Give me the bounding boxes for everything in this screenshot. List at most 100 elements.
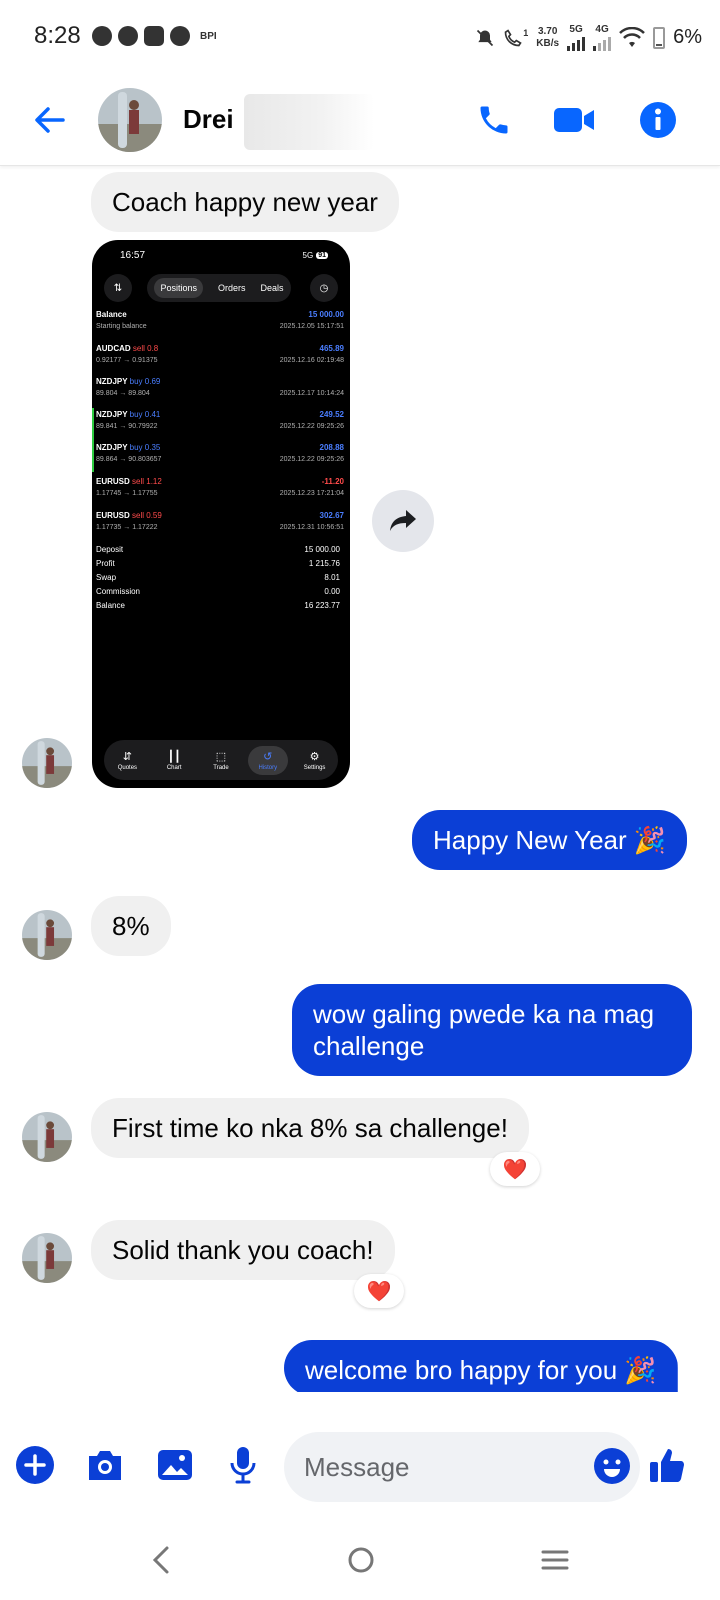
- gallery-button[interactable]: [152, 1442, 198, 1488]
- back-button[interactable]: [30, 100, 70, 140]
- image-nav-quotes: ⇵ Quotes: [107, 750, 147, 771]
- back-arrow-icon: [35, 107, 65, 133]
- signal-5g: 5G: [567, 24, 586, 51]
- contact-name[interactable]: Drei: [183, 104, 234, 135]
- message-bubble-outgoing[interactable]: Happy New Year 🎉: [412, 810, 688, 870]
- image-nav-history: ↺ History: [247, 745, 288, 775]
- avatar-photo: [22, 1112, 72, 1162]
- summary-label: Deposit: [96, 545, 124, 554]
- speed-value: 3.70: [537, 25, 558, 37]
- system-indicators: 1 3.70 KB/s 5G 4G 6%: [475, 24, 702, 51]
- row-symbol-line: NZDJPY buy 0.35: [96, 443, 160, 452]
- summary-value: 15 000.00: [304, 545, 340, 554]
- image-sort-icon: ⇅: [104, 274, 132, 302]
- heart-reaction[interactable]: ❤️: [354, 1274, 404, 1308]
- system-navigation-bar: [0, 1520, 720, 1600]
- video-icon: [554, 108, 594, 132]
- row-date: 2025.12.31 10:56:51: [279, 524, 344, 531]
- redacted-name-blur: [244, 94, 374, 150]
- shared-image[interactable]: 16:57 5G 91 ⇅ Positions Orders Deals ◷ B…: [92, 240, 350, 788]
- row-detail: 1.17745 → 1.17755: [96, 490, 158, 497]
- image-tab-positions: Positions: [154, 278, 204, 298]
- voice-call-button[interactable]: [472, 98, 516, 142]
- message-bubble-incoming[interactable]: First time ko nka 8% sa challenge!: [91, 1098, 529, 1158]
- notification-icons: BPI: [92, 26, 217, 46]
- summary-label: Swap: [96, 573, 117, 582]
- image-history-row: EURUSD sell 1.12 1.17745 → 1.17755 -11.2…: [94, 477, 344, 507]
- row-detail: 89.864 → 90.803657: [96, 456, 162, 463]
- row-symbol-line: AUDCAD sell 0.8: [96, 344, 158, 353]
- row-symbol-line: NZDJPY buy 0.41: [96, 410, 160, 419]
- conversation-info-button[interactable]: [636, 98, 680, 142]
- status-time: 8:28: [34, 22, 81, 49]
- row-symbol: AUDCAD: [96, 344, 131, 353]
- emoji-button[interactable]: [590, 1444, 634, 1488]
- image-nav-chart: ┃┃ Chart: [154, 750, 194, 771]
- image-status-network: 5G 91: [303, 251, 328, 260]
- image-tab-bar: Positions Orders Deals: [147, 274, 291, 302]
- signal-bars-icon: [567, 35, 586, 51]
- app-notification-icon: [144, 26, 164, 46]
- home-icon: [348, 1547, 374, 1573]
- sender-avatar[interactable]: [22, 1112, 72, 1162]
- forward-image-button[interactable]: [372, 490, 434, 552]
- image-nav-label: Settings: [303, 764, 326, 771]
- net-label-4g: 4G: [595, 24, 609, 35]
- message-bubble-incoming[interactable]: Solid thank you coach!: [91, 1220, 395, 1280]
- row-profit: 302.67: [319, 511, 344, 520]
- sender-avatar[interactable]: [22, 910, 72, 960]
- message-bubble-incoming[interactable]: 8%: [91, 896, 171, 956]
- row-date: 2025.12.23 17:21:04: [279, 490, 344, 497]
- summary-value: 1 215.76: [308, 559, 340, 568]
- heart-reaction-icon: ❤️: [366, 1280, 392, 1303]
- image-nav-trade: ⬚ Trade: [201, 750, 241, 771]
- voice-message-button[interactable]: [220, 1442, 266, 1488]
- row-symbol: EURUSD: [96, 511, 130, 520]
- like-button[interactable]: [644, 1442, 690, 1488]
- heart-reaction[interactable]: ❤️: [490, 1152, 540, 1186]
- row-profit: -11.20: [321, 477, 344, 486]
- messenger-notification-icon: [92, 26, 112, 46]
- call-count: 1: [523, 27, 529, 38]
- row-detail: 89.804 → 89.804: [96, 390, 150, 397]
- row-detail: 1.17735 → 1.17222: [96, 524, 158, 531]
- row-symbol: Balance: [96, 310, 127, 319]
- status-bar: 8:28 BPI 1 3.70 KB/s 5G 4G 6%: [0, 0, 720, 76]
- message-input[interactable]: [284, 1432, 640, 1502]
- row-symbol-line: NZDJPY buy 0.69: [96, 377, 160, 386]
- avatar-photo: [22, 738, 72, 788]
- info-icon: [640, 102, 676, 138]
- row-symbol: EURUSD: [96, 477, 130, 486]
- plus-icon: [16, 1446, 54, 1484]
- row-detail: 0.92177 → 0.91375: [96, 357, 158, 364]
- message-bubble-outgoing[interactable]: welcome bro happy for you 🎉: [284, 1340, 678, 1392]
- share-arrow-icon: [390, 510, 416, 531]
- system-recents-button[interactable]: [530, 1538, 580, 1582]
- camera-button[interactable]: [82, 1442, 128, 1488]
- sender-avatar[interactable]: [22, 1233, 72, 1283]
- system-back-button[interactable]: [136, 1538, 186, 1582]
- summary-value: 8.01: [324, 573, 340, 582]
- mute-icon: [477, 29, 494, 46]
- row-side: buy 0.41: [129, 410, 161, 419]
- data-speed: 3.70 KB/s: [536, 26, 559, 50]
- row-side: sell 1.12: [132, 477, 162, 486]
- summary-value: 16 223.77: [304, 601, 340, 610]
- image-history-row: EURUSD sell 0.59 1.17735 → 1.17222 302.6…: [94, 511, 344, 541]
- image-history-row: NZDJPY buy 0.41 89.841 → 90.79922 249.52…: [94, 410, 344, 440]
- video-call-button[interactable]: [552, 98, 596, 142]
- image-nav-settings: ⚙ Settings: [295, 750, 335, 771]
- conversation-header: Drei: [0, 78, 720, 166]
- sender-avatar[interactable]: [22, 738, 72, 788]
- system-home-button[interactable]: [336, 1538, 386, 1582]
- message-bubble-outgoing[interactable]: wow galing pwede ka na mag challenge: [292, 984, 692, 1076]
- facebook-notification-icon: [170, 26, 190, 46]
- more-actions-button[interactable]: [12, 1442, 58, 1488]
- row-date: 2025.12.16 02:19:48: [279, 357, 344, 364]
- thumbs-up-icon: [650, 1449, 684, 1482]
- row-date: 2025.12.17 10:14:24: [279, 390, 344, 397]
- signal-4g: 4G: [593, 24, 612, 51]
- message-bubble-incoming[interactable]: Coach happy new year: [91, 172, 399, 232]
- contact-avatar[interactable]: [98, 88, 162, 152]
- phone-icon: [480, 106, 508, 134]
